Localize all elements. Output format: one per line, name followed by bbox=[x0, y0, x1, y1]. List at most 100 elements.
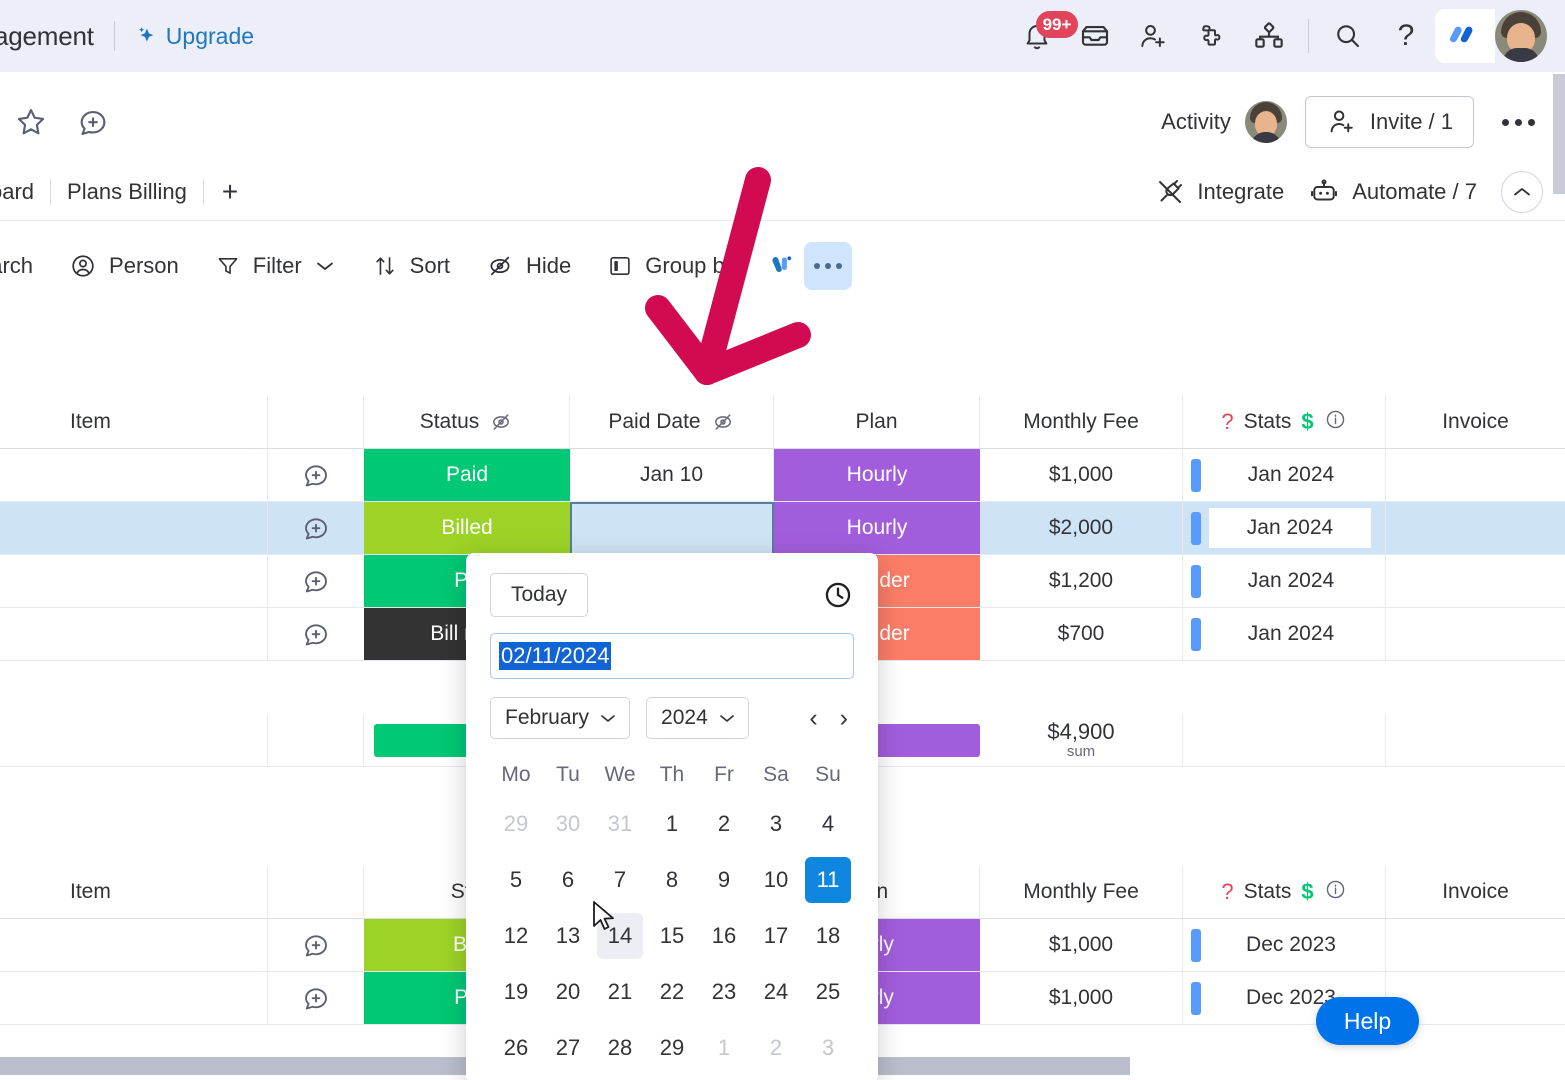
add-tab-button[interactable]: + bbox=[204, 176, 256, 208]
vertical-scrollbar[interactable] bbox=[1553, 74, 1565, 194]
cell-chat[interactable] bbox=[268, 555, 364, 608]
column-header-chat[interactable] bbox=[268, 866, 364, 919]
cell-invoice[interactable] bbox=[1386, 919, 1565, 972]
chevron-down-icon[interactable] bbox=[314, 258, 336, 274]
user-avatar[interactable] bbox=[1495, 10, 1547, 62]
calendar-day-22[interactable]: 22 bbox=[646, 967, 698, 1017]
cell-item[interactable] bbox=[0, 972, 268, 1025]
cell-plan[interactable]: Hourly bbox=[774, 502, 980, 555]
column-header-fee[interactable]: Monthly Fee bbox=[980, 396, 1183, 449]
ai-assistant-icon[interactable] bbox=[764, 252, 794, 280]
calendar-day-31[interactable]: 31 bbox=[594, 799, 646, 849]
calendar-day-29[interactable]: 29 bbox=[490, 799, 542, 849]
cell-fee[interactable]: $700 bbox=[980, 608, 1183, 661]
calendar-day-12[interactable]: 12 bbox=[490, 911, 542, 961]
bell-icon[interactable]: 99+ bbox=[1008, 7, 1078, 65]
column-header-plan[interactable]: Plan bbox=[774, 396, 980, 449]
clock-icon[interactable] bbox=[822, 579, 854, 611]
calendar-day-8[interactable]: 8 bbox=[646, 855, 698, 905]
cell-chat[interactable] bbox=[268, 502, 364, 555]
apps-puzzle-icon[interactable] bbox=[1182, 7, 1240, 65]
column-header-status[interactable]: Status bbox=[364, 396, 570, 449]
integrate-button[interactable]: Integrate bbox=[1155, 177, 1284, 207]
calendar-day-20[interactable]: 20 bbox=[542, 967, 594, 1017]
calendar-day-19[interactable]: 19 bbox=[490, 967, 542, 1017]
next-month-button[interactable]: › bbox=[840, 705, 848, 731]
calendar-day-1[interactable]: 1 bbox=[698, 1023, 750, 1073]
cell-invoice[interactable] bbox=[1386, 555, 1565, 608]
cell-status[interactable]: Paid bbox=[364, 449, 570, 502]
cell-fee[interactable]: $1,000 bbox=[980, 449, 1183, 502]
add-update-icon[interactable] bbox=[301, 566, 331, 596]
tab-plans-billing[interactable]: Plans Billing bbox=[51, 179, 203, 205]
search-tool[interactable]: earch bbox=[0, 242, 51, 290]
collapse-header-button[interactable] bbox=[1501, 170, 1543, 213]
automate-button[interactable]: Automate / 7 bbox=[1308, 177, 1477, 207]
star-icon[interactable] bbox=[14, 105, 48, 139]
cell-fee[interactable]: $2,000 bbox=[980, 502, 1183, 555]
calendar-day-14[interactable]: 14 bbox=[594, 911, 646, 961]
person-filter-tool[interactable]: Person bbox=[51, 242, 197, 290]
cell-item[interactable] bbox=[0, 449, 268, 502]
column-header-item[interactable]: Item bbox=[0, 396, 268, 449]
cell-item[interactable] bbox=[0, 919, 268, 972]
calendar-day-25[interactable]: 25 bbox=[802, 967, 854, 1017]
sort-tool[interactable]: Sort bbox=[354, 242, 468, 290]
calendar-day-15[interactable]: 15 bbox=[646, 911, 698, 961]
calendar-day-4[interactable]: 4 bbox=[802, 799, 854, 849]
calendar-day-9[interactable]: 9 bbox=[698, 855, 750, 905]
group-by-tool[interactable]: Group by bbox=[589, 242, 754, 290]
calendar-day-13[interactable]: 13 bbox=[542, 911, 594, 961]
add-update-icon[interactable] bbox=[301, 619, 331, 649]
hide-tool[interactable]: Hide bbox=[468, 242, 589, 290]
add-update-icon[interactable] bbox=[301, 460, 331, 490]
calendar-day-6[interactable]: 6 bbox=[542, 855, 594, 905]
calendar-day-2[interactable]: 2 bbox=[698, 799, 750, 849]
cell-stats[interactable]: Jan 2024 bbox=[1183, 449, 1386, 502]
cell-plan[interactable]: Hourly bbox=[774, 449, 980, 502]
calendar-day-28[interactable]: 28 bbox=[594, 1023, 646, 1073]
upgrade-button[interactable]: Upgrade bbox=[135, 23, 254, 50]
calendar-day-7[interactable]: 7 bbox=[594, 855, 646, 905]
calendar-day-16[interactable]: 16 bbox=[698, 911, 750, 961]
add-update-icon[interactable] bbox=[301, 983, 331, 1013]
cell-chat[interactable] bbox=[268, 608, 364, 661]
cell-chat[interactable] bbox=[268, 919, 364, 972]
monday-logo-icon[interactable] bbox=[1435, 9, 1495, 63]
calendar-day-18[interactable]: 18 bbox=[802, 911, 854, 961]
cell-fee[interactable]: $1,000 bbox=[980, 919, 1183, 972]
month-select[interactable]: February bbox=[490, 697, 631, 739]
cell-invoice[interactable] bbox=[1386, 449, 1565, 502]
add-update-icon[interactable] bbox=[301, 513, 331, 543]
board-more-options-button[interactable] bbox=[1492, 118, 1545, 126]
column-header-chat[interactable] bbox=[268, 396, 364, 449]
calendar-day-2[interactable]: 2 bbox=[750, 1023, 802, 1073]
calendar-day-29[interactable]: 29 bbox=[646, 1023, 698, 1073]
calendar-day-26[interactable]: 26 bbox=[490, 1023, 542, 1073]
column-header-item[interactable]: Item bbox=[0, 866, 268, 919]
cell-chat[interactable] bbox=[268, 449, 364, 502]
cell-item[interactable] bbox=[0, 608, 268, 661]
date-text-input[interactable]: 02/11/2024 bbox=[490, 633, 854, 679]
cell-date[interactable] bbox=[570, 502, 774, 555]
cell-invoice[interactable] bbox=[1386, 608, 1565, 661]
calendar-day-24[interactable]: 24 bbox=[750, 967, 802, 1017]
cell-item[interactable] bbox=[0, 502, 268, 555]
year-select[interactable]: 2024 bbox=[646, 697, 749, 739]
cell-stats[interactable]: Dec 2023 bbox=[1183, 919, 1386, 972]
search-icon[interactable] bbox=[1319, 7, 1377, 65]
calendar-day-1[interactable]: 1 bbox=[646, 799, 698, 849]
column-header-stats[interactable]: ? Stats $ bbox=[1183, 396, 1386, 449]
cell-invoice[interactable] bbox=[1386, 502, 1565, 555]
column-header-date[interactable]: Paid Date bbox=[570, 396, 774, 449]
filter-tool[interactable]: Filter bbox=[197, 242, 354, 290]
column-header-invoice[interactable]: Invoice bbox=[1386, 866, 1565, 919]
invite-button[interactable]: Invite / 1 bbox=[1304, 96, 1474, 148]
cell-stats[interactable]: Jan 2024 bbox=[1183, 555, 1386, 608]
cell-stats[interactable]: Jan 2024 bbox=[1183, 608, 1386, 661]
calendar-day-21[interactable]: 21 bbox=[594, 967, 646, 1017]
cell-chat[interactable] bbox=[268, 972, 364, 1025]
column-header-invoice[interactable]: Invoice bbox=[1386, 396, 1565, 449]
calendar-day-17[interactable]: 17 bbox=[750, 911, 802, 961]
cell-fee[interactable]: $1,200 bbox=[980, 555, 1183, 608]
